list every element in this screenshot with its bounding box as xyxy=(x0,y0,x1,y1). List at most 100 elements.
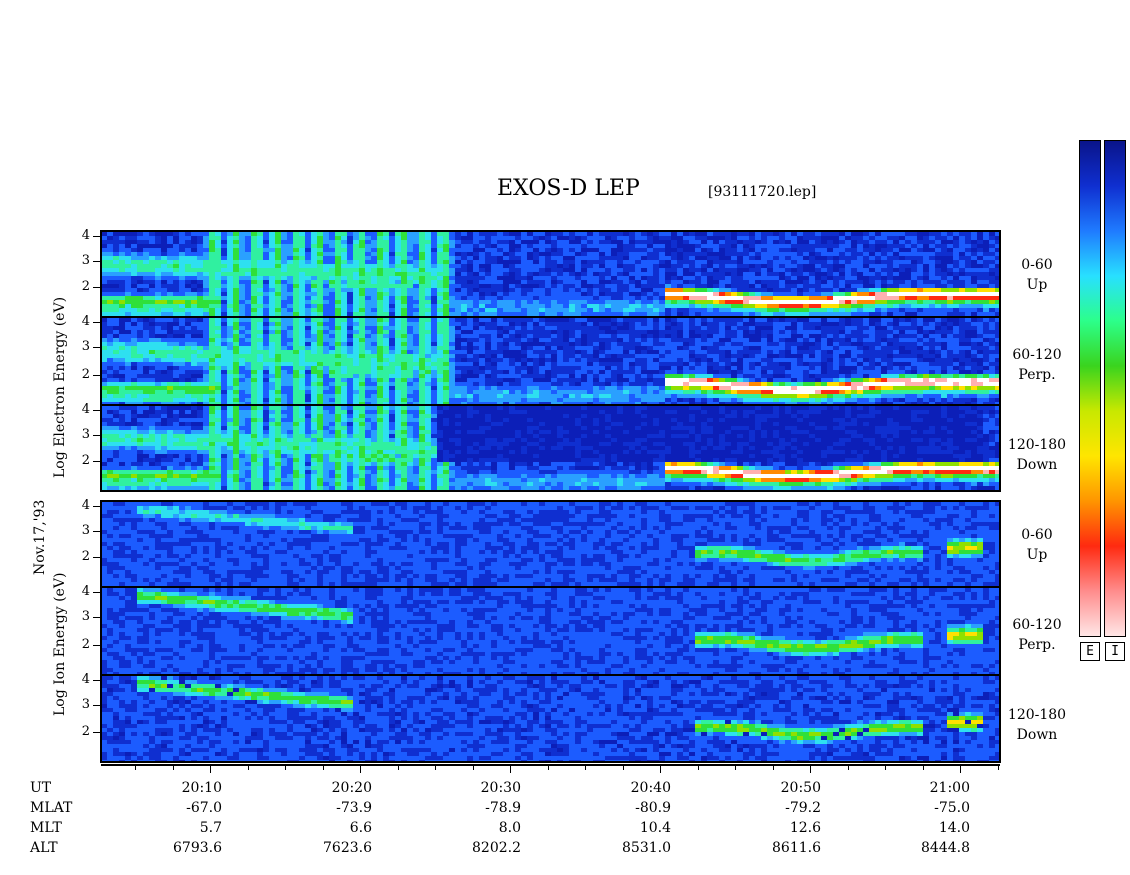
x-tick-mark xyxy=(473,766,474,770)
separator xyxy=(101,586,1000,588)
pitch-angle-label: 60-120 xyxy=(1012,347,1062,363)
chart-title: EXOS-D LEP xyxy=(497,176,640,201)
ephemeris-mlat-value: -78.9 xyxy=(485,800,521,816)
ephemeris-mlt-value: 6.6 xyxy=(349,820,372,836)
x-tick-mark xyxy=(585,766,586,770)
x-tick-mark xyxy=(960,766,961,773)
pitch-angle-label: 0-60 xyxy=(1021,527,1053,543)
ephemeris-alt-value: 8202.2 xyxy=(472,840,521,856)
panel-label: 120-180 Down xyxy=(1006,705,1068,745)
row-label-mlat: MLAT xyxy=(30,800,73,816)
x-tick-mark xyxy=(435,766,436,770)
y-tick-mark xyxy=(93,322,100,323)
ephemeris-mlt-value: 12.6 xyxy=(789,820,821,836)
panel-label: 0-60 Up xyxy=(1006,255,1068,295)
panel-electron-perp xyxy=(101,318,1000,404)
ephemeris-mlat-value: -79.2 xyxy=(785,800,821,816)
y-tick-mark xyxy=(93,435,100,436)
y-tick-mark xyxy=(93,645,100,646)
y-tick-label: 3 xyxy=(81,609,90,624)
y-tick-mark xyxy=(93,461,100,462)
y-tick-mark xyxy=(93,592,100,593)
ephemeris-mlat-value: -75.0 xyxy=(934,800,970,816)
ion-colorbar xyxy=(1104,140,1126,637)
ephemeris-ut-value: 20:50 xyxy=(780,780,821,796)
ephemeris-ut-value: 20:10 xyxy=(181,780,222,796)
date-label: Nov.17,'93 xyxy=(32,499,48,575)
panel-ion-up xyxy=(101,502,1000,586)
ephemeris-alt-value: 8444.8 xyxy=(921,840,970,856)
direction-label: Down xyxy=(1016,727,1058,743)
y-tick-label: 4 xyxy=(81,402,90,417)
x-tick-mark xyxy=(285,766,286,770)
electron-colorbar-label: E xyxy=(1080,642,1100,661)
x-tick-mark xyxy=(810,766,811,773)
y-tick-mark xyxy=(93,617,100,618)
direction-label: Up xyxy=(1026,277,1048,293)
panel-electron-down xyxy=(101,406,1000,490)
x-tick-mark xyxy=(735,766,736,770)
y-tick-mark xyxy=(93,531,100,532)
ephemeris-mlt-value: 10.4 xyxy=(639,820,671,836)
row-label-mlt: MLT xyxy=(30,820,62,836)
panel-label: 120-180 Down xyxy=(1006,435,1068,475)
pitch-angle-label: 120-180 xyxy=(1007,707,1067,723)
x-tick-mark xyxy=(173,766,174,770)
y-tick-mark xyxy=(93,732,100,733)
y-tick-label: 3 xyxy=(81,523,90,538)
x-tick-mark xyxy=(510,766,511,773)
y-tick-label: 4 xyxy=(81,498,90,513)
direction-label: Perp. xyxy=(1018,637,1056,653)
x-tick-mark xyxy=(848,766,849,770)
y-tick-label: 3 xyxy=(81,427,90,442)
y-tick-label: 2 xyxy=(81,637,90,652)
x-tick-mark xyxy=(360,766,361,773)
x-axis xyxy=(101,764,1000,766)
ephemeris-mlat-value: -67.0 xyxy=(186,800,222,816)
ephemeris-mlt-value: 5.7 xyxy=(199,820,222,836)
y-tick-mark xyxy=(93,557,100,558)
y-tick-label: 2 xyxy=(81,549,90,564)
panel-ion-perp xyxy=(101,588,1000,674)
x-tick-mark xyxy=(773,766,774,770)
x-tick-mark xyxy=(210,766,211,773)
y-tick-label: 3 xyxy=(81,253,90,268)
separator xyxy=(101,316,1000,318)
x-tick-mark xyxy=(548,766,549,770)
direction-label: Perp. xyxy=(1018,367,1056,383)
x-tick-mark xyxy=(698,766,699,770)
panel-label: 60-120 Perp. xyxy=(1006,345,1068,385)
y-tick-label: 2 xyxy=(81,367,90,382)
y-tick-mark xyxy=(93,705,100,706)
ephemeris-mlat-value: -73.9 xyxy=(336,800,372,816)
y-tick-mark xyxy=(93,680,100,681)
ephemeris-alt-value: 8531.0 xyxy=(622,840,671,856)
panel-electron-up xyxy=(101,232,1000,316)
ephemeris-mlt-value: 8.0 xyxy=(498,820,521,836)
separator xyxy=(101,404,1000,406)
y-tick-mark xyxy=(93,375,100,376)
y-tick-label: 4 xyxy=(81,314,90,329)
ephemeris-alt-value: 6793.6 xyxy=(173,840,222,856)
ephemeris-mlt-value: 14.0 xyxy=(938,820,970,836)
ephemeris-ut-value: 20:20 xyxy=(331,780,372,796)
ephemeris-mlat-value: -80.9 xyxy=(635,800,671,816)
ephemeris-alt-value: 7623.6 xyxy=(323,840,372,856)
x-tick-mark xyxy=(623,766,624,770)
ephemeris-ut-value: 20:30 xyxy=(480,780,521,796)
panel-label: 0-60 Up xyxy=(1006,525,1068,565)
y-tick-label: 4 xyxy=(81,672,90,687)
y-tick-label: 3 xyxy=(81,339,90,354)
x-tick-mark xyxy=(998,766,999,770)
y-tick-label: 4 xyxy=(81,228,90,243)
y-tick-mark xyxy=(93,506,100,507)
y-tick-mark xyxy=(93,287,100,288)
y-tick-mark xyxy=(93,261,100,262)
panel-ion-down xyxy=(101,676,1000,761)
y-tick-label: 3 xyxy=(81,697,90,712)
x-tick-mark xyxy=(398,766,399,770)
x-tick-mark xyxy=(923,766,924,770)
x-tick-mark xyxy=(885,766,886,770)
ion-y-axis-label: Log Ion Energy (eV) xyxy=(52,572,68,716)
x-tick-mark xyxy=(660,766,661,773)
